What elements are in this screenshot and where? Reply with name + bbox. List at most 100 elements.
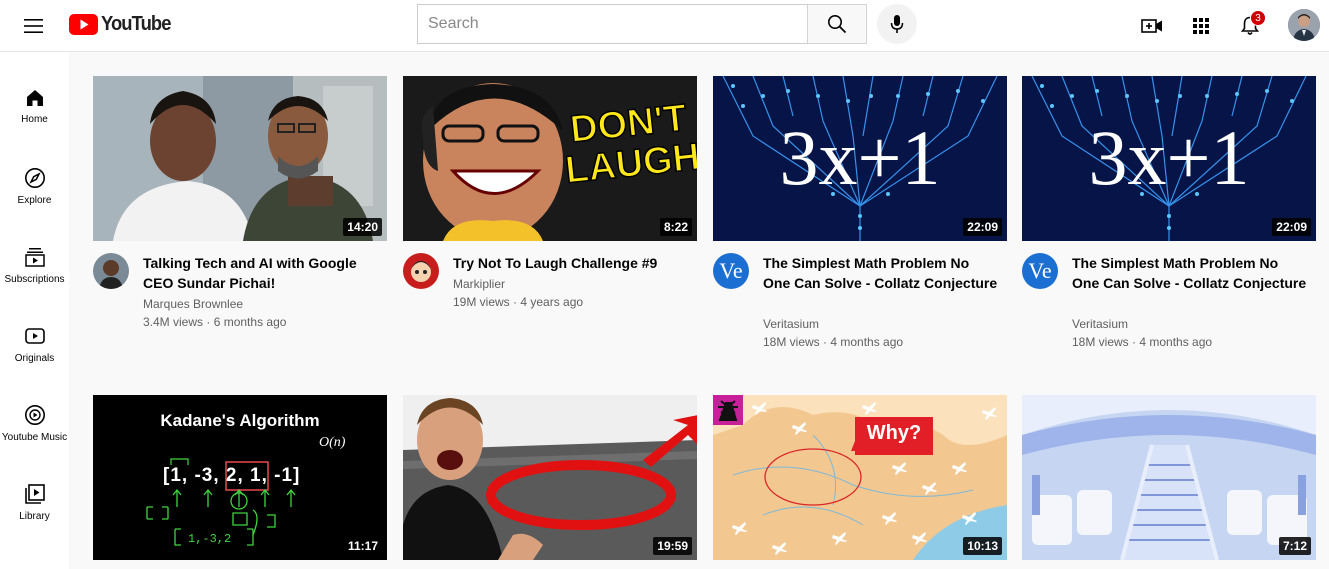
youtube-logo[interactable]: YouTube <box>69 13 177 36</box>
channel-avatar[interactable] <box>403 253 439 289</box>
top-bar: YouTube Search 3 <box>0 0 1329 52</box>
create-button[interactable] <box>1134 8 1170 44</box>
video-duration: 14:20 <box>343 218 382 236</box>
video-stats: 18M views · 4 months ago <box>763 335 904 349</box>
thumbnail-chalk-annotations-image: 1,-3,2 <box>146 458 296 546</box>
microphone-icon <box>890 15 904 33</box>
video-title[interactable]: The Simplest Math Problem No One Can Sol… <box>763 253 998 293</box>
video-card: Why? 10:13 <box>713 395 1007 560</box>
thumbnail-airplane-cabin-image <box>1022 395 1316 560</box>
voice-search-button[interactable] <box>877 4 917 44</box>
video-duration: 7:12 <box>1278 537 1311 555</box>
library-icon <box>24 484 45 504</box>
video-duration: 11:17 <box>343 537 382 555</box>
video-duration: 8:22 <box>659 218 692 236</box>
hamburger-menu-button[interactable] <box>14 6 54 46</box>
originals-icon <box>24 328 45 344</box>
sidebar-item-subscriptions[interactable]: Subscriptions <box>0 228 69 302</box>
sidebar-item-label: Subscriptions <box>4 274 65 285</box>
channel-avatar-image <box>93 253 129 289</box>
thumbnail-overlay-text: Why? <box>866 422 922 444</box>
video-duration: 19:59 <box>653 537 692 555</box>
channel-avatar-image <box>403 253 439 289</box>
video-thumbnail[interactable]: 3x+1 22:09 <box>1022 76 1316 241</box>
thumbnail-overlay-text: DON'T LAUGH <box>559 96 697 192</box>
notification-count-badge: 3 <box>1250 10 1266 26</box>
video-thumbnail[interactable]: 7:12 <box>1022 395 1316 560</box>
video-card: 7:12 <box>1022 395 1316 560</box>
video-stats: 19M views · 4 years ago <box>453 295 584 309</box>
sidebar-item-library[interactable]: Library <box>0 465 69 539</box>
sidebar-item-label: Explore <box>17 195 52 206</box>
sidebar-item-youtube-music[interactable]: Youtube Music <box>0 386 69 460</box>
sidebar-item-explore[interactable]: Explore <box>0 149 69 223</box>
subscriptions-icon <box>24 248 45 267</box>
account-avatar[interactable] <box>1288 9 1320 41</box>
thumbnail-overlay-text: 3x+1 <box>1088 114 1250 201</box>
video-card: 19:59 <box>403 395 697 560</box>
video-title[interactable]: Talking Tech and AI with Google CEO Sund… <box>143 253 378 293</box>
upload-age: 4 months ago <box>830 335 904 349</box>
sidebar-item-home[interactable]: Home <box>0 70 69 144</box>
video-duration: 22:09 <box>1272 218 1311 236</box>
video-thumbnail[interactable]: 14:20 <box>93 76 387 241</box>
channel-avatar-text: Ve <box>719 258 743 283</box>
sidebar-item-originals[interactable]: Originals <box>0 307 69 381</box>
notifications-button[interactable]: 3 <box>1232 8 1268 44</box>
music-icon <box>24 405 45 425</box>
search-placeholder: Search <box>428 15 479 32</box>
create-video-icon <box>1141 19 1162 33</box>
sidebar-item-label: Home <box>21 114 48 125</box>
video-card: 3x+1 22:09 Ve The Simplest Math Problem … <box>713 76 1007 371</box>
view-count: 3.4M views <box>143 315 204 329</box>
channel-name[interactable]: Veritasium <box>763 317 819 331</box>
video-duration: 10:13 <box>963 537 1002 555</box>
search-icon <box>828 15 847 34</box>
video-thumbnail[interactable]: Why? 10:13 <box>713 395 1007 560</box>
video-thumbnail[interactable]: DON'T LAUGH 8:22 <box>403 76 697 241</box>
sidebar-item-label: Library <box>19 511 50 522</box>
apps-button[interactable] <box>1183 8 1219 44</box>
video-card: DON'T LAUGH 8:22 Try Not To Laugh Challe… <box>403 76 697 371</box>
video-card: Kadane's Algorithm O(n) [1, -3, 2, 1, -1… <box>93 395 387 560</box>
video-duration: 22:09 <box>963 218 1002 236</box>
svg-text:1,-3,2: 1,-3,2 <box>188 532 231 546</box>
thumbnail-man-and-red-circle-image <box>403 395 697 560</box>
search-input[interactable]: Search <box>417 4 808 44</box>
user-avatar-image <box>1288 9 1320 41</box>
view-count: 18M views <box>763 335 820 349</box>
channel-avatar-text: Ve <box>1028 258 1052 283</box>
video-thumbnail[interactable]: 3x+1 22:09 <box>713 76 1007 241</box>
search-button[interactable] <box>807 4 867 44</box>
channel-avatar[interactable]: Ve <box>1022 253 1058 289</box>
home-icon <box>26 90 43 106</box>
thumbnail-overlay-text: 3x+1 <box>779 114 941 201</box>
channel-name[interactable]: Veritasium <box>1072 317 1128 331</box>
sidebar: Home Explore Subscriptions Originals You… <box>0 52 69 569</box>
video-title[interactable]: Try Not To Laugh Challenge #9 <box>453 253 688 273</box>
menu-icon <box>24 19 43 33</box>
video-card: 3x+1 22:09 Ve The Simplest Math Problem … <box>1022 76 1316 371</box>
channel-avatar[interactable]: Ve <box>713 253 749 289</box>
sidebar-item-label: Originals <box>14 353 55 364</box>
video-thumbnail[interactable]: 19:59 <box>403 395 697 560</box>
video-title[interactable]: The Simplest Math Problem No One Can Sol… <box>1072 253 1307 293</box>
logo-text: YouTube <box>101 13 171 35</box>
video-thumbnail[interactable]: Kadane's Algorithm O(n) [1, -3, 2, 1, -1… <box>93 395 387 560</box>
video-card: 14:20 Talking Tech and AI with Google CE… <box>93 76 387 371</box>
channel-name[interactable]: Markiplier <box>453 277 505 291</box>
sidebar-item-label: Youtube Music <box>1 432 68 443</box>
view-count: 18M views <box>1072 335 1129 349</box>
channel-name[interactable]: Marques Brownlee <box>143 297 243 311</box>
apps-grid-icon <box>1193 18 1209 34</box>
video-stats: 18M views · 4 months ago <box>1072 335 1213 349</box>
upload-age: 6 months ago <box>213 315 287 329</box>
compass-icon <box>24 168 45 188</box>
thumbnail-two-men-image <box>93 76 387 241</box>
youtube-play-icon <box>69 14 98 35</box>
upload-age: 4 months ago <box>1139 335 1213 349</box>
upload-age: 4 years ago <box>520 295 584 309</box>
video-stats: 3.4M views · 6 months ago <box>143 315 287 329</box>
channel-avatar[interactable] <box>93 253 129 289</box>
thumbnail-map-with-planes-image <box>713 395 1007 560</box>
